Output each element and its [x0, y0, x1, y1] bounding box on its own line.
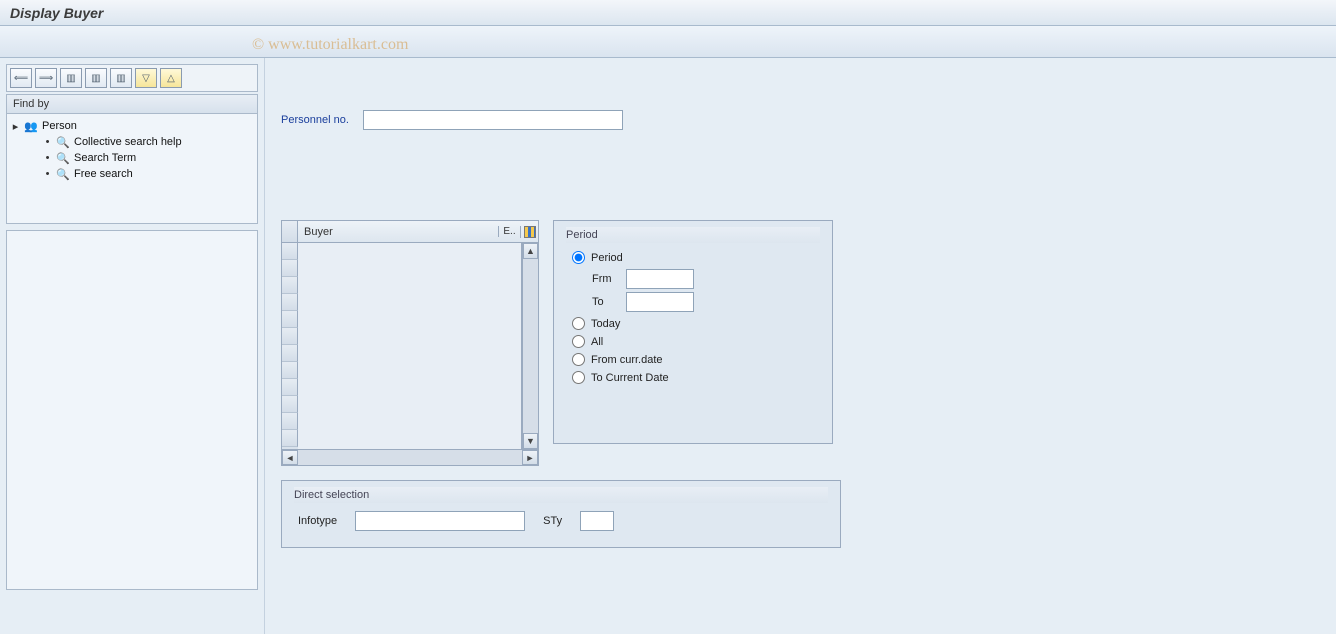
- today-radio-input[interactable]: [572, 317, 585, 330]
- nav-toolbar: ⟸ ⟹ ▥ ▥ ▥ ▽ △: [6, 64, 258, 92]
- free-search-icon: 🔍: [56, 167, 70, 181]
- tocurr-radio-label: To Current Date: [591, 372, 669, 384]
- period-to-label: To: [592, 296, 620, 308]
- table-corner[interactable]: [282, 221, 298, 242]
- tree-label-searchterm: Search Term: [74, 152, 136, 164]
- all-radio-input[interactable]: [572, 335, 585, 348]
- table-vscrollbar[interactable]: ▲ ▼: [522, 243, 538, 449]
- table-row[interactable]: [282, 379, 298, 396]
- table-row[interactable]: [282, 311, 298, 328]
- table-col-buyer[interactable]: Buyer: [298, 226, 498, 238]
- tree-node-collective-search[interactable]: • 🔍 Collective search help: [11, 134, 253, 150]
- table-body-cells[interactable]: [298, 243, 522, 449]
- find-by-header: Find by: [6, 94, 258, 114]
- table-row-headers: [282, 243, 298, 449]
- app-toolbar: [0, 26, 1336, 58]
- buyer-table: Buyer E..: [281, 220, 539, 466]
- nav-expand-button[interactable]: ▽: [135, 68, 157, 88]
- table-row[interactable]: [282, 243, 298, 260]
- period-radio-to-curr[interactable]: To Current Date: [572, 371, 820, 384]
- content-area: Personnel no. Buyer E..: [265, 58, 1336, 634]
- scroll-down-icon[interactable]: ▼: [523, 433, 538, 449]
- tree-node-person[interactable]: ▸ 👥 Person: [11, 118, 253, 134]
- personnel-no-label: Personnel no.: [281, 114, 349, 126]
- search-term-icon: 🔍: [56, 151, 70, 165]
- period-from-label: Frm: [592, 273, 620, 285]
- sty-input[interactable]: [580, 511, 614, 531]
- all-radio-label: All: [591, 336, 603, 348]
- nav-tool2-button[interactable]: ▥: [85, 68, 107, 88]
- nav-collapse-button[interactable]: △: [160, 68, 182, 88]
- tree-node-search-term[interactable]: • 🔍 Search Term: [11, 150, 253, 166]
- table-row[interactable]: [282, 260, 298, 277]
- nav-back-button[interactable]: ⟸: [10, 68, 32, 88]
- personnel-no-input[interactable]: [363, 110, 623, 130]
- find-by-tree: ▸ 👥 Person • 🔍 Collective search help • …: [6, 114, 258, 224]
- period-radio-period[interactable]: Period: [572, 251, 820, 264]
- period-from-input[interactable]: [626, 269, 694, 289]
- nav-forward-button[interactable]: ⟹: [35, 68, 57, 88]
- table-row[interactable]: [282, 345, 298, 362]
- period-to-row: To: [592, 292, 820, 312]
- grid-config-icon: [524, 226, 536, 238]
- tocurr-radio-input[interactable]: [572, 371, 585, 384]
- table-row[interactable]: [282, 328, 298, 345]
- fromcurr-radio-input[interactable]: [572, 353, 585, 366]
- direct-selection-groupbox: Direct selection Infotype STy: [281, 480, 841, 548]
- scroll-right-icon[interactable]: ►: [522, 450, 538, 465]
- infotype-input[interactable]: [355, 511, 525, 531]
- table-row[interactable]: [282, 430, 298, 447]
- fromcurr-radio-label: From curr.date: [591, 354, 663, 366]
- person-icon: 👥: [24, 119, 38, 133]
- table-row[interactable]: [282, 362, 298, 379]
- sty-label: STy: [543, 515, 562, 527]
- table-row[interactable]: [282, 277, 298, 294]
- personnel-no-row: Personnel no.: [281, 110, 1320, 130]
- window-titlebar: Display Buyer: [0, 0, 1336, 26]
- today-radio-label: Today: [591, 318, 620, 330]
- period-to-input[interactable]: [626, 292, 694, 312]
- period-radio-all[interactable]: All: [572, 335, 820, 348]
- table-col-e[interactable]: E..: [498, 226, 520, 237]
- search-help-icon: 🔍: [56, 135, 70, 149]
- tree-label-person: Person: [42, 120, 77, 132]
- table-row[interactable]: [282, 294, 298, 311]
- period-radio-label: Period: [591, 252, 623, 264]
- period-radio-from-curr[interactable]: From curr.date: [572, 353, 820, 366]
- table-hscrollbar[interactable]: ◄ ►: [282, 449, 538, 465]
- tree-toggle-icon[interactable]: ▸: [11, 120, 20, 133]
- table-row[interactable]: [282, 396, 298, 413]
- period-radio-input[interactable]: [572, 251, 585, 264]
- period-radio-today[interactable]: Today: [572, 317, 820, 330]
- window-title: Display Buyer: [10, 5, 103, 21]
- tree-node-free-search[interactable]: • 🔍 Free search: [11, 166, 253, 182]
- table-row[interactable]: [282, 413, 298, 430]
- period-group-title: Period: [566, 227, 820, 243]
- table-config-button[interactable]: [520, 226, 538, 238]
- nav-tool3-button[interactable]: ▥: [110, 68, 132, 88]
- nav-tool1-button[interactable]: ▥: [60, 68, 82, 88]
- sidebar-results-panel: [6, 230, 258, 590]
- infotype-label: Infotype: [298, 515, 337, 527]
- tree-label-freesearch: Free search: [74, 168, 133, 180]
- scroll-up-icon[interactable]: ▲: [523, 243, 538, 259]
- period-groupbox: Period Period Frm To: [553, 220, 833, 444]
- tree-label-collective: Collective search help: [74, 136, 182, 148]
- period-from-row: Frm: [592, 269, 820, 289]
- direct-group-title: Direct selection: [294, 487, 828, 503]
- scroll-left-icon[interactable]: ◄: [282, 450, 298, 465]
- sidebar: ⟸ ⟹ ▥ ▥ ▥ ▽ △ Find by ▸ 👥 Person • 🔍 Col…: [0, 58, 265, 634]
